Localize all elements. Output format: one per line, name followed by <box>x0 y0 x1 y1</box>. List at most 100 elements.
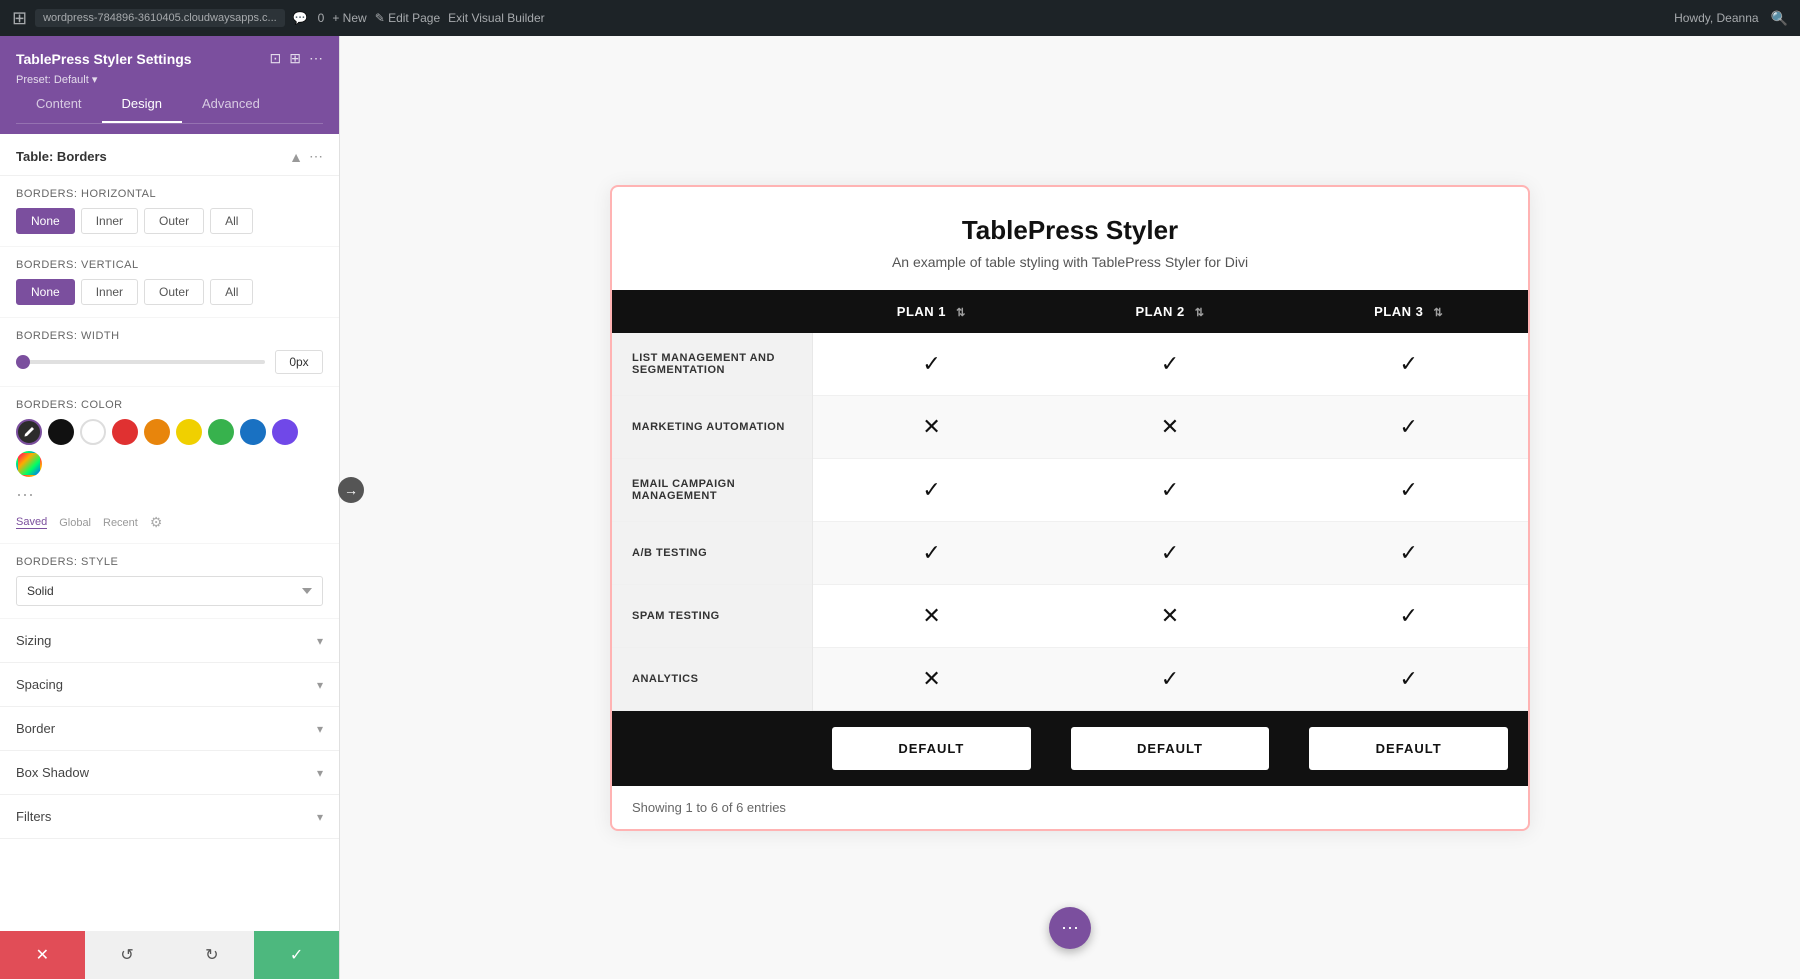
check-icon: ✓ <box>1161 477 1179 502</box>
custom-swatch[interactable] <box>16 451 42 477</box>
spacing-header[interactable]: Spacing ▾ <box>0 663 339 706</box>
row-feature-0: LIST MANAGEMENT AND SEGMENTATION <box>612 333 812 396</box>
width-slider-track[interactable] <box>16 360 265 364</box>
toggle-outer-horizontal[interactable]: Outer <box>144 208 204 234</box>
collapse-icon[interactable]: ▲ <box>289 149 303 165</box>
tab-advanced[interactable]: Advanced <box>182 86 280 123</box>
table-header-row: PLAN 1 ⇅ PLAN 2 ⇅ PLAN 3 ⇅ <box>612 290 1528 333</box>
toggle-inner-vertical[interactable]: Inner <box>81 279 138 305</box>
filters-header[interactable]: Filters ▾ <box>0 795 339 838</box>
edit-page-button[interactable]: ✎ Edit Page <box>375 11 440 25</box>
row-3-plan3: ✓ <box>1289 521 1528 584</box>
comment-icon: 💬 <box>293 11 308 25</box>
table-header-plan2[interactable]: PLAN 2 ⇅ <box>1051 290 1290 333</box>
borders-horizontal-toggles: None Inner Outer All <box>16 208 323 234</box>
red-swatch[interactable] <box>112 419 138 445</box>
row-4-plan1: ✕ <box>812 584 1051 647</box>
cross-icon: ✕ <box>922 603 940 628</box>
row-feature-2: EMAIL CAMPAIGN MANAGEMENT <box>612 458 812 521</box>
borders-section-header: Table: Borders ▲ ⋯ <box>0 134 339 176</box>
sizing-chevron-icon: ▾ <box>317 634 323 648</box>
section-icons: ▲ ⋯ <box>289 148 323 165</box>
toggle-none-vertical[interactable]: None <box>16 279 75 305</box>
color-tab-saved[interactable]: Saved <box>16 516 47 529</box>
more-icon[interactable]: ⋯ <box>309 50 323 67</box>
table-footer-row: DEFAULT DEFAULT DEFAULT <box>612 710 1528 786</box>
row-feature-5: ANALYTICS <box>612 647 812 710</box>
panel-content: Table: Borders ▲ ⋯ Borders: Horizontal N… <box>0 134 339 931</box>
borders-horizontal-row: Borders: Horizontal None Inner Outer All <box>0 176 339 247</box>
cross-icon: ✕ <box>922 414 940 439</box>
comment-count: 0 <box>318 11 325 25</box>
table-header-plan3[interactable]: PLAN 3 ⇅ <box>1289 290 1528 333</box>
borders-width-label: Borders: Width <box>16 330 323 342</box>
blue-swatch[interactable] <box>240 419 266 445</box>
yellow-swatch[interactable] <box>176 419 202 445</box>
toggle-none-horizontal[interactable]: None <box>16 208 75 234</box>
exit-visual-builder-button[interactable]: Exit Visual Builder <box>448 11 545 25</box>
borders-vertical-label: Borders: Vertical <box>16 259 323 271</box>
borders-style-select[interactable]: Solid Dashed Dotted Double None <box>16 576 323 606</box>
width-slider-thumb[interactable] <box>16 355 30 369</box>
wp-logo-icon[interactable]: ⊞ <box>12 8 27 29</box>
sizing-title: Sizing <box>16 633 51 648</box>
check-icon: ✓ <box>922 540 940 565</box>
borders-vertical-row: Borders: Vertical None Inner Outer All <box>0 247 339 318</box>
sort-icon-plan3: ⇅ <box>1433 307 1443 319</box>
toggle-all-vertical[interactable]: All <box>210 279 253 305</box>
borders-color-row: Borders: Color ⋯ <box>0 387 339 544</box>
color-tabs: Saved Global Recent ⚙ <box>16 514 323 531</box>
orange-swatch[interactable] <box>144 419 170 445</box>
color-tab-global[interactable]: Global <box>59 517 91 529</box>
close-button[interactable]: ✕ <box>0 931 85 979</box>
undo-button[interactable]: ↺ <box>85 931 170 979</box>
toggle-inner-horizontal[interactable]: Inner <box>81 208 138 234</box>
default-button-plan3[interactable]: DEFAULT <box>1309 727 1508 770</box>
tab-design[interactable]: Design <box>102 86 182 123</box>
table-header-plan1[interactable]: PLAN 1 ⇅ <box>812 290 1051 333</box>
spacing-title: Spacing <box>16 677 63 692</box>
check-icon: ✓ <box>1161 666 1179 691</box>
black-swatch[interactable] <box>48 419 74 445</box>
table-title-section: TablePress Styler An example of table st… <box>612 187 1528 290</box>
white-swatch[interactable] <box>80 419 106 445</box>
color-settings-icon[interactable]: ⚙ <box>150 514 163 531</box>
color-tab-recent[interactable]: Recent <box>103 517 138 529</box>
filters-chevron-icon: ▾ <box>317 810 323 824</box>
toggle-outer-vertical[interactable]: Outer <box>144 279 204 305</box>
width-value-input[interactable] <box>275 350 323 374</box>
preset-dropdown-icon[interactable]: ▾ <box>92 74 98 86</box>
row-5-plan1: ✕ <box>812 647 1051 710</box>
clone-icon[interactable]: ⊡ <box>270 50 282 67</box>
default-button-plan2[interactable]: DEFAULT <box>1071 727 1270 770</box>
tabs-row: Content Design Advanced <box>16 86 323 124</box>
panel-title-icons: ⊡ ⊞ ⋯ <box>270 50 323 67</box>
borders-style-row: Borders: Style Solid Dashed Dotted Doubl… <box>0 544 339 619</box>
border-header[interactable]: Border ▾ <box>0 707 339 750</box>
default-button-plan1[interactable]: DEFAULT <box>832 727 1031 770</box>
tab-content[interactable]: Content <box>16 86 102 123</box>
box-shadow-header[interactable]: Box Shadow ▾ <box>0 751 339 794</box>
fab-button[interactable]: ⋯ <box>1049 907 1091 949</box>
cross-icon: ✕ <box>922 666 940 691</box>
search-icon[interactable]: 🔍 <box>1771 10 1788 27</box>
section-more-icon[interactable]: ⋯ <box>309 148 323 165</box>
panel-resize-handle[interactable]: → <box>338 477 364 503</box>
borders-width-row: Borders: Width <box>0 318 339 387</box>
left-panel: TablePress Styler Settings ⊡ ⊞ ⋯ Preset:… <box>0 36 340 979</box>
redo-button[interactable]: ↻ <box>170 931 255 979</box>
green-swatch[interactable] <box>208 419 234 445</box>
row-3-plan1: ✓ <box>812 521 1051 584</box>
row-feature-1: MARKETING AUTOMATION <box>612 395 812 458</box>
toggle-all-horizontal[interactable]: All <box>210 208 253 234</box>
table-footer-plan3: DEFAULT <box>1289 710 1528 786</box>
more-swatches-icon[interactable]: ⋯ <box>16 485 34 506</box>
pencil-swatch[interactable] <box>16 419 42 445</box>
layout-icon[interactable]: ⊞ <box>289 50 301 67</box>
topbar-right: Howdy, Deanna 🔍 <box>1674 10 1788 27</box>
panel-title: TablePress Styler Settings <box>16 51 192 67</box>
purple-swatch[interactable] <box>272 419 298 445</box>
new-button[interactable]: + New <box>332 11 366 25</box>
save-button[interactable]: ✓ <box>254 931 339 979</box>
sizing-header[interactable]: Sizing ▾ <box>0 619 339 662</box>
